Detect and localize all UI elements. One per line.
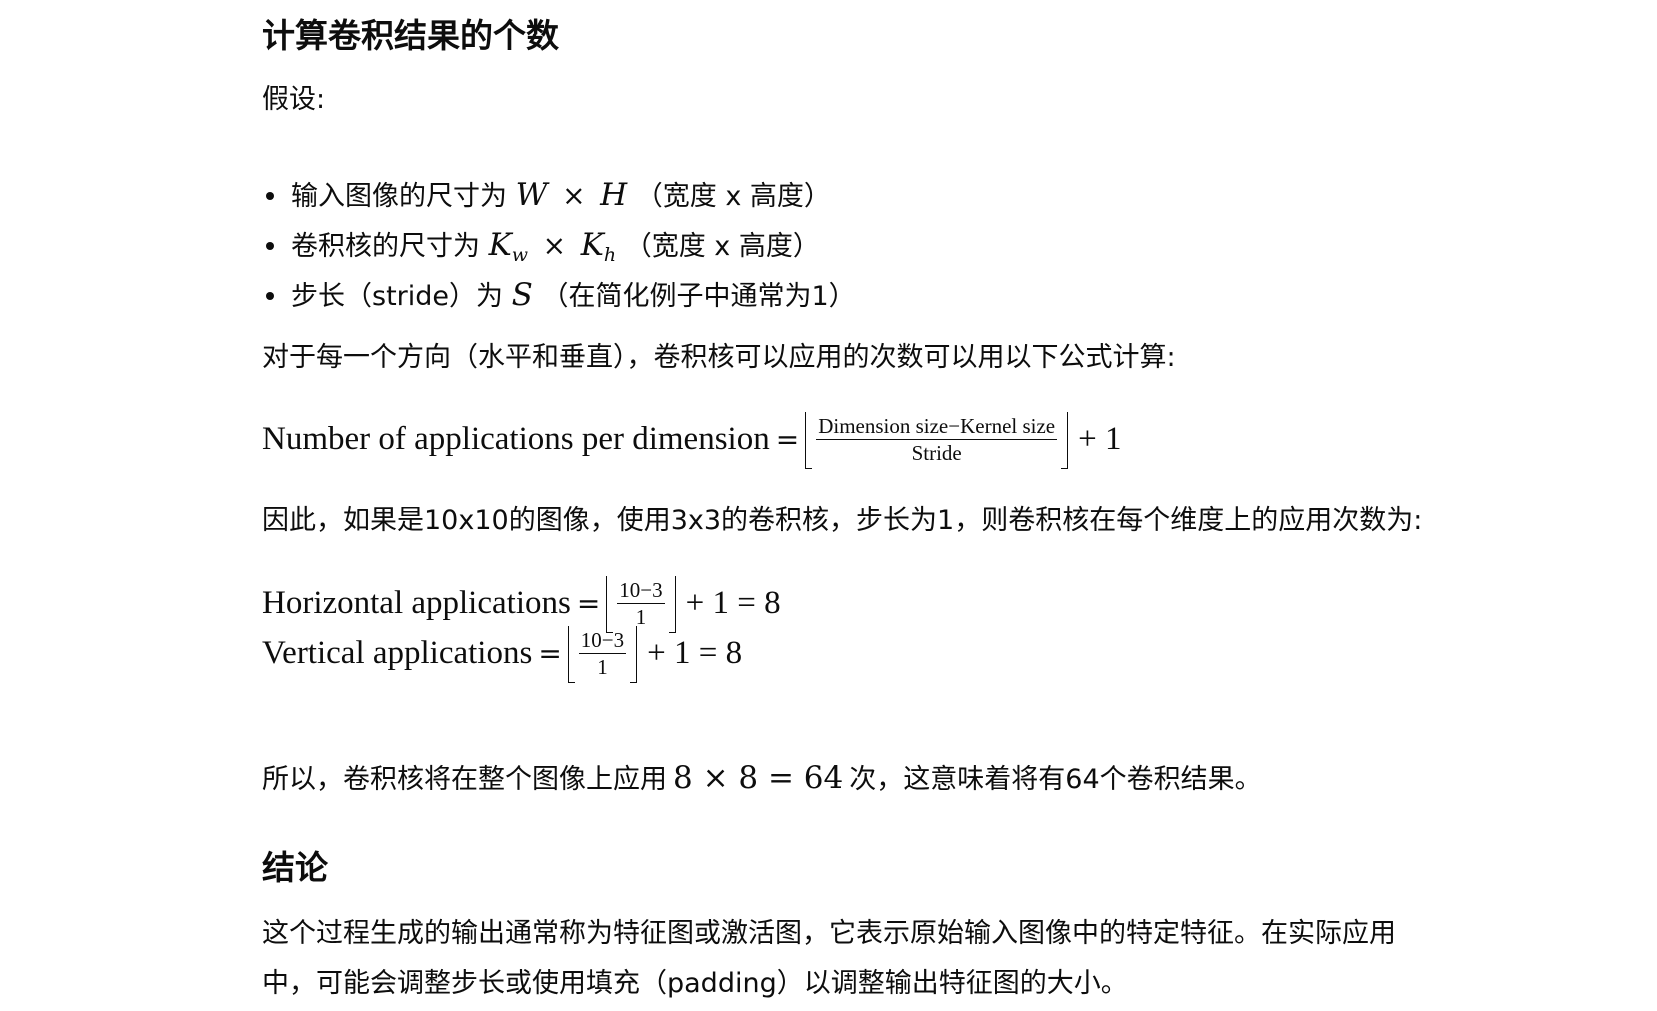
bullet-prefix: 卷积核的尺寸为 [291, 231, 480, 262]
page: 计算卷积结果的个数 假设: 输入图像的尺寸为 W × H （宽度 x 高度） 卷… [0, 0, 1657, 1011]
math-times: × [562, 179, 586, 212]
fraction-denominator: 1 [635, 604, 647, 629]
fraction-numerator: 10−3 [578, 627, 627, 654]
formula-equals: = [538, 636, 562, 670]
fraction-numerator: 10−3 [617, 577, 665, 604]
fraction-numerator: Dimension size−Kernel size [816, 413, 1058, 440]
bullet-dot [266, 242, 274, 250]
bullet-prefix: 输入图像的尺寸为 [291, 181, 507, 212]
fraction: 10−3 1 [614, 578, 667, 629]
vertical-formula: Vertical applications = 10−3 1 + 1 = 8 [262, 625, 743, 683]
section-heading-calc: 计算卷积结果的个数 [262, 16, 559, 55]
result-suffix: 次，这意味着将有64个卷积结果。 [849, 764, 1262, 795]
assumption-list: 输入图像的尺寸为 W × H （宽度 x 高度） 卷积核的尺寸为 Kw × Kh… [262, 170, 856, 320]
section-heading-conclusion: 结论 [262, 848, 328, 887]
conclusion-line-1: 这个过程生成的输出通常称为特征图或激活图，它表示原始输入图像中的特定特征。在实际… [262, 918, 1396, 949]
fraction: Dimension size−Kernel size Stride [813, 414, 1060, 465]
bullet-dot [266, 192, 274, 200]
bullet-prefix: 步长（stride）为 [291, 281, 504, 312]
formula-plus-one: + 1 [1078, 420, 1122, 457]
list-item: 卷积核的尺寸为 Kw × Kh （宽度 x 高度） [262, 220, 856, 270]
formula-lhs: Horizontal applications [262, 584, 571, 621]
general-formula: Number of applications per dimension = D… [262, 411, 1122, 469]
math-var-h: H [600, 177, 628, 213]
bullet-dot [266, 292, 274, 300]
fraction: 10−3 1 [576, 628, 629, 679]
floor-bracket: 10−3 1 [606, 575, 676, 633]
formula-equals: = [775, 422, 800, 456]
formula-lhs: Number of applications per dimension [262, 420, 770, 457]
floor-bracket: Dimension size−Kernel size Stride [805, 411, 1069, 469]
fraction-denominator: 1 [597, 654, 608, 679]
formula-intro: 对于每一个方向（水平和垂直），卷积核可以应用的次数可以用以下公式计算: [262, 342, 1176, 373]
math-var-kh: Kh [580, 227, 617, 266]
math-times: × [542, 229, 567, 262]
floor-bracket: 10−3 1 [567, 625, 638, 683]
fraction-denominator: Stride [911, 440, 962, 465]
formula-lhs: Vertical applications [262, 634, 533, 671]
math-var-s: S [511, 277, 533, 313]
math-var-w: W [515, 177, 548, 213]
bullet-suffix: （宽度 x 高度） [635, 181, 831, 212]
horizontal-formula: Horizontal applications = 10−3 1 + 1 = 8 [262, 575, 781, 633]
formula-equals: = [576, 586, 601, 620]
assume-label: 假设: [262, 84, 326, 115]
formula-rhs: + 1 = 8 [647, 634, 743, 671]
result-math: 8 × 8 = 64 [673, 760, 844, 796]
bullet-suffix: （在简化例子中通常为1） [541, 281, 856, 312]
conclusion-line-2: 中，可能会调整步长或使用填充（padding）以调整输出特征图的大小。 [262, 968, 1128, 999]
example-intro: 因此，如果是10x10的图像，使用3x3的卷积核，步长为1，则卷积核在每个维度上… [262, 505, 1423, 536]
bullet-suffix: （宽度 x 高度） [624, 231, 820, 262]
math-var-kw: Kw [488, 227, 529, 266]
list-item: 步长（stride）为 S （在简化例子中通常为1） [262, 270, 856, 320]
list-item: 输入图像的尺寸为 W × H （宽度 x 高度） [262, 170, 856, 220]
formula-rhs: + 1 = 8 [685, 584, 781, 621]
result-prefix: 所以，卷积核将在整个图像上应用 [262, 764, 667, 795]
result-sentence: 所以，卷积核将在整个图像上应用 8 × 8 = 64 次，这意味着将有64个卷积结果… [262, 758, 1262, 800]
